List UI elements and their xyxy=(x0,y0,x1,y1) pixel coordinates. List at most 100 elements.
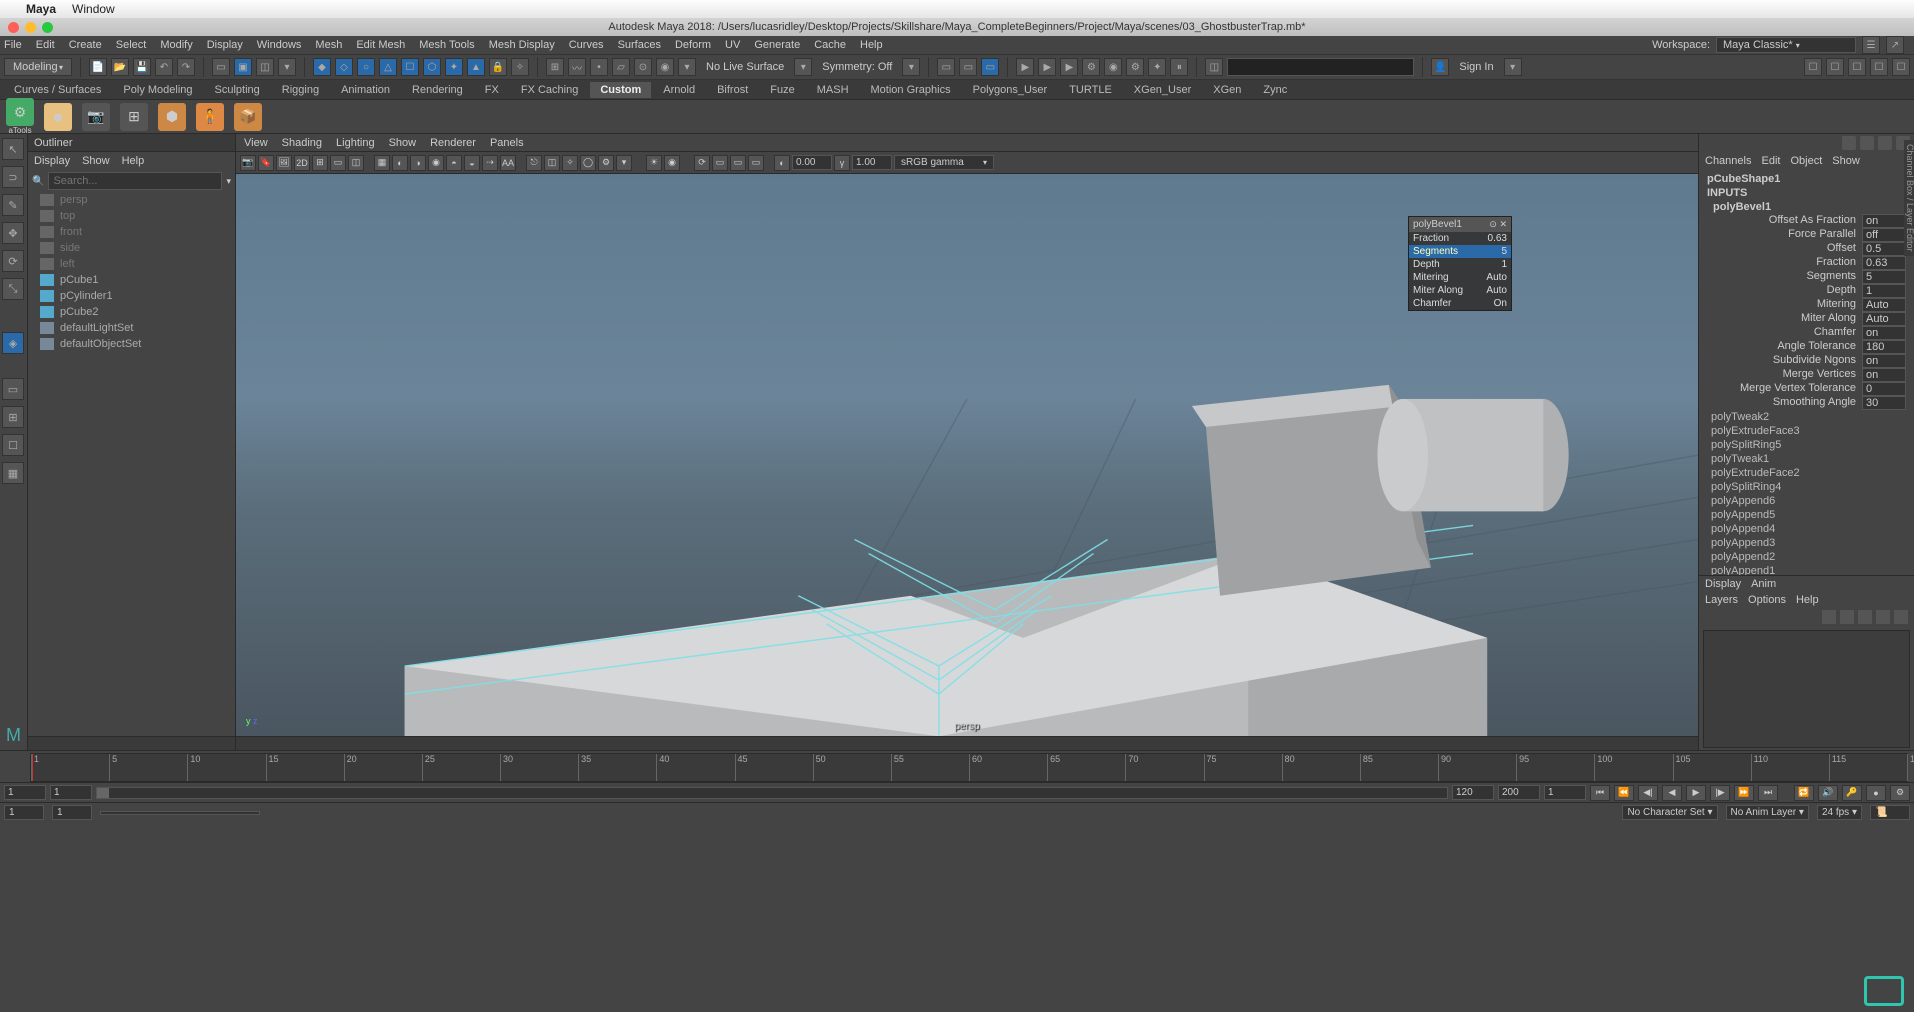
timeline-tick[interactable]: 55 xyxy=(891,754,904,781)
timeline-tick[interactable]: 25 xyxy=(422,754,435,781)
select-tool[interactable]: ↖ xyxy=(2,138,24,160)
attr-merge-vertex-tol[interactable]: Merge Vertex Tolerance0 xyxy=(1703,382,1910,396)
shelf-tab[interactable]: Motion Graphics xyxy=(861,82,961,98)
cb-menu-channels[interactable]: Channels xyxy=(1705,155,1751,167)
loop-icon[interactable]: 🔁 xyxy=(1794,785,1814,801)
snap-center-icon[interactable]: ⊙ xyxy=(634,58,652,76)
vp-gear-icon[interactable]: ⚙ xyxy=(598,155,614,171)
timeline-tick[interactable]: 65 xyxy=(1047,754,1060,781)
fps-dropdown[interactable]: 24 fps ▾ xyxy=(1817,805,1862,820)
prev-key-icon[interactable]: ◀| xyxy=(1638,785,1658,801)
menu-select[interactable]: Select xyxy=(116,39,147,51)
render-settings-icon[interactable]: ⚙ xyxy=(1126,58,1144,76)
symmetry-label[interactable]: Symmetry: Off xyxy=(816,61,898,73)
viewport-canvas[interactable]: y z persp polyBevel1 ⊙ ✕ Fraction0.63 Se… xyxy=(236,174,1698,736)
vp-shadows-icon[interactable]: ◓ xyxy=(446,155,462,171)
construction-history-icon[interactable]: ▭ xyxy=(937,58,955,76)
range-thumb[interactable] xyxy=(97,788,109,798)
layer-tab-display[interactable]: Display xyxy=(1705,578,1741,590)
vp-gamma-icon[interactable]: ◐ xyxy=(774,155,790,171)
vp-smooth-icon[interactable]: ◐ xyxy=(392,155,408,171)
select-mode-icon[interactable]: ▭ xyxy=(212,58,230,76)
shelf-tab[interactable]: FX xyxy=(475,82,509,98)
shelf-tab[interactable]: Fuze xyxy=(760,82,804,98)
menu-deform[interactable]: Deform xyxy=(675,39,711,51)
audio-icon[interactable]: 🔊 xyxy=(1818,785,1838,801)
menu-create[interactable]: Create xyxy=(69,39,102,51)
toggle-icon-2[interactable]: ☐ xyxy=(1826,58,1844,76)
timeline-tick[interactable]: 1 xyxy=(31,754,39,781)
mask-icon-3[interactable]: ○ xyxy=(357,58,375,76)
hud-row-fraction[interactable]: Fraction0.63 xyxy=(1409,232,1511,245)
module-dropdown[interactable]: Modeling▾ xyxy=(4,58,72,76)
outliner-item-front[interactable]: front xyxy=(28,224,235,240)
new-scene-icon[interactable]: 📄 xyxy=(89,58,107,76)
mask-icon-1[interactable]: ◆ xyxy=(313,58,331,76)
atools-icon[interactable]: ⚙ xyxy=(6,98,34,126)
hist-polyappend4[interactable]: polyAppend4 xyxy=(1703,522,1910,536)
viewport-scrollbar[interactable] xyxy=(236,736,1698,750)
snap-plane-icon[interactable]: ▱ xyxy=(612,58,630,76)
highlight-icon[interactable]: ✧ xyxy=(511,58,529,76)
timeline-tick[interactable]: 10 xyxy=(187,754,200,781)
light-icon[interactable]: ✦ xyxy=(1148,58,1166,76)
attr-miter-along[interactable]: Miter AlongAuto xyxy=(1703,312,1910,326)
workspace-dropdown[interactable]: Maya Classic* ▾ xyxy=(1716,37,1856,53)
mask-icon-4[interactable]: △ xyxy=(379,58,397,76)
vp-gamma2-icon[interactable]: γ xyxy=(834,155,850,171)
last-tool[interactable]: ◈ xyxy=(2,332,24,354)
render-globals-icon[interactable]: ⚙ xyxy=(1082,58,1100,76)
layer-menu-help[interactable]: Help xyxy=(1796,594,1819,606)
vp-select-camera-icon[interactable]: 📷 xyxy=(240,155,256,171)
range-end-inner[interactable]: 120 xyxy=(1452,785,1494,800)
timeline-tick[interactable]: 45 xyxy=(735,754,748,781)
script-editor-icon[interactable]: 📜 xyxy=(1870,805,1910,820)
mask-icon-5[interactable]: ☐ xyxy=(401,58,419,76)
menu-cache[interactable]: Cache xyxy=(814,39,846,51)
menu-mesh-display[interactable]: Mesh Display xyxy=(489,39,555,51)
mac-menu-app[interactable]: Maya xyxy=(26,2,56,16)
vp-lights-icon[interactable]: ◉ xyxy=(428,155,444,171)
attr-mitering[interactable]: MiteringAuto xyxy=(1703,298,1910,312)
vp-wireframe-icon[interactable]: ▦ xyxy=(374,155,390,171)
shelf-tab[interactable]: MASH xyxy=(807,82,859,98)
outliner-item-side[interactable]: side xyxy=(28,240,235,256)
menu-edit[interactable]: Edit xyxy=(36,39,55,51)
zoom-icon[interactable] xyxy=(42,22,53,33)
time-slider[interactable]: 1510152025303540455055606570758085909510… xyxy=(0,750,1914,782)
attr-depth[interactable]: Depth1 xyxy=(1703,284,1910,298)
mask-icon-7[interactable]: ✦ xyxy=(445,58,463,76)
shelf-figure-icon[interactable]: 🧍 xyxy=(196,103,224,131)
hist-polyextrudeface3[interactable]: polyExtrudeFace3 xyxy=(1703,424,1910,438)
character-set-dropdown[interactable]: No Character Set ▾ xyxy=(1622,805,1717,820)
timeline-tick[interactable]: 75 xyxy=(1204,754,1217,781)
hist-polyappend6[interactable]: polyAppend6 xyxy=(1703,494,1910,508)
goto-end-icon[interactable]: ⏭ xyxy=(1758,785,1778,801)
shelf-face-icon[interactable]: ☻ xyxy=(44,103,72,131)
vp-menu-lighting[interactable]: Lighting xyxy=(336,137,375,149)
vp-xray-icon[interactable]: ◫ xyxy=(544,155,560,171)
layer-icon-5[interactable] xyxy=(1894,610,1908,624)
shelf-tab[interactable]: Curves / Surfaces xyxy=(4,82,111,98)
menu-file[interactable]: File xyxy=(4,39,22,51)
vp-snap2-icon[interactable]: ▭ xyxy=(730,155,746,171)
anim-layer-dropdown[interactable]: No Anim Layer ▾ xyxy=(1726,805,1809,820)
range-bar[interactable] xyxy=(96,787,1448,799)
chevron-down-icon[interactable]: ▾ xyxy=(678,58,696,76)
layout-four-icon[interactable]: ⊞ xyxy=(2,406,24,428)
vp-motion-icon[interactable]: ⇢ xyxy=(482,155,498,171)
render-region-icon[interactable]: ▶ xyxy=(1060,58,1078,76)
workspace-icon[interactable]: ☰ xyxy=(1862,36,1880,54)
history-icon-2[interactable]: ▭ xyxy=(959,58,977,76)
cmd-left-1[interactable]: 1 xyxy=(4,805,44,820)
hist-polyappend3[interactable]: polyAppend3 xyxy=(1703,536,1910,550)
outliner-item-left[interactable]: left xyxy=(28,256,235,272)
toggle-icon-3[interactable]: ☐ xyxy=(1848,58,1866,76)
timeline-tick[interactable]: 60 xyxy=(969,754,982,781)
snap-point-icon[interactable]: • xyxy=(590,58,608,76)
timeline-tick[interactable]: 5 xyxy=(109,754,117,781)
vp-sphere-icon[interactable]: ◯ xyxy=(580,155,596,171)
timeline-tick[interactable]: 90 xyxy=(1438,754,1451,781)
attr-angle-tolerance[interactable]: Angle Tolerance180 xyxy=(1703,340,1910,354)
range-start-outer[interactable]: 1 xyxy=(4,785,46,800)
